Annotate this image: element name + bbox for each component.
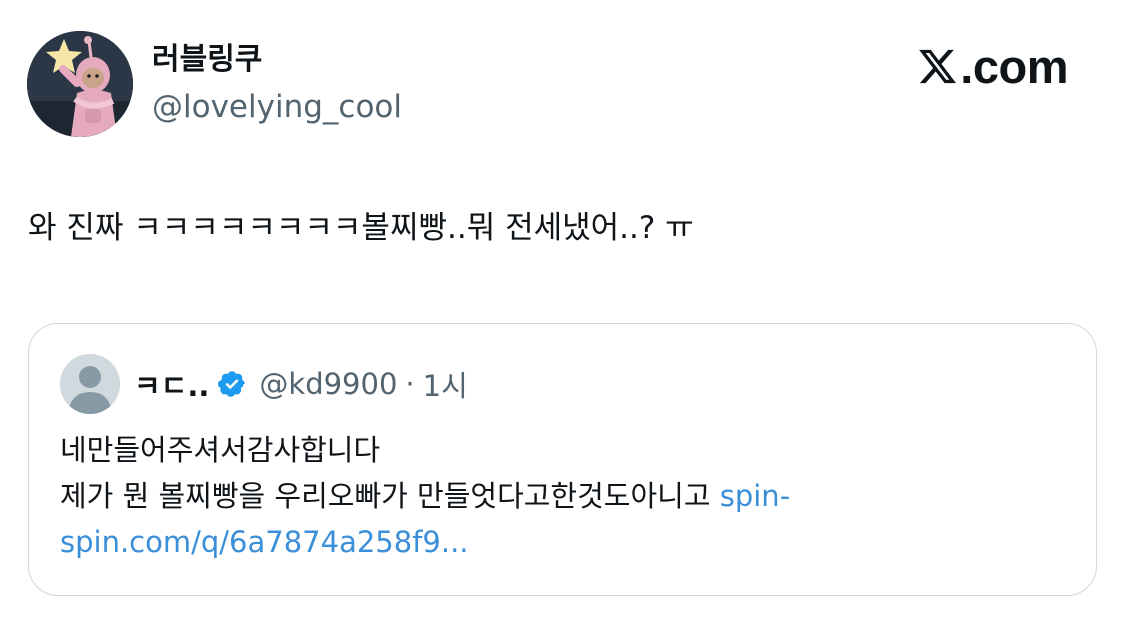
verified-badge-icon xyxy=(218,371,246,397)
x-com-brand: .com xyxy=(917,39,1068,93)
quote-link-part-1[interactable]: spin- xyxy=(720,479,790,513)
avatar-image xyxy=(27,31,133,137)
quote-line-2-text: 제가 뭔 볼찌빵을 우리오빠가 만들엇다고한것도아니고 xyxy=(60,479,720,513)
quote-author-handle[interactable]: @kd9900 xyxy=(259,367,397,401)
author-display-name[interactable]: 러블링쿠 xyxy=(152,42,262,78)
quote-link-part-2[interactable]: spin.com/q/6a7874a258f9... xyxy=(60,519,1070,565)
quote-author-name[interactable]: ㅋㄷ.. xyxy=(134,363,209,405)
quote-line-1: 네만들어주셔서감사합니다 xyxy=(60,433,381,467)
author-handle[interactable]: @lovelying_cool xyxy=(152,89,402,125)
default-avatar-icon xyxy=(60,354,120,414)
x-logo-icon xyxy=(919,49,957,83)
quote-timestamp[interactable]: 1시 xyxy=(423,363,468,405)
quote-body: 네만들어주셔서감사합니다 제가 뭔 볼찌빵을 우리오빠가 만들엇다고한것도아니고… xyxy=(60,427,1070,565)
quote-header: ㅋㄷ.. @kd9900 · 1시 xyxy=(134,363,468,405)
author-avatar[interactable] xyxy=(27,31,133,137)
quoted-tweet-card[interactable]: ㅋㄷ.. @kd9900 · 1시 네만들어주셔서감사합니다 제가 뭔 볼찌빵을… xyxy=(28,323,1097,596)
quote-author-avatar[interactable] xyxy=(60,354,120,414)
brand-domain-text: .com xyxy=(960,39,1068,93)
tweet-text: 와 진짜 ㅋㅋㅋㅋㅋㅋㅋㅋ볼찌빵..뭐 전세냈어..? ㅠ xyxy=(28,210,694,246)
quote-line-2: 제가 뭔 볼찌빵을 우리오빠가 만들엇다고한것도아니고 spin- xyxy=(60,473,1070,519)
quote-separator: · xyxy=(405,367,415,401)
